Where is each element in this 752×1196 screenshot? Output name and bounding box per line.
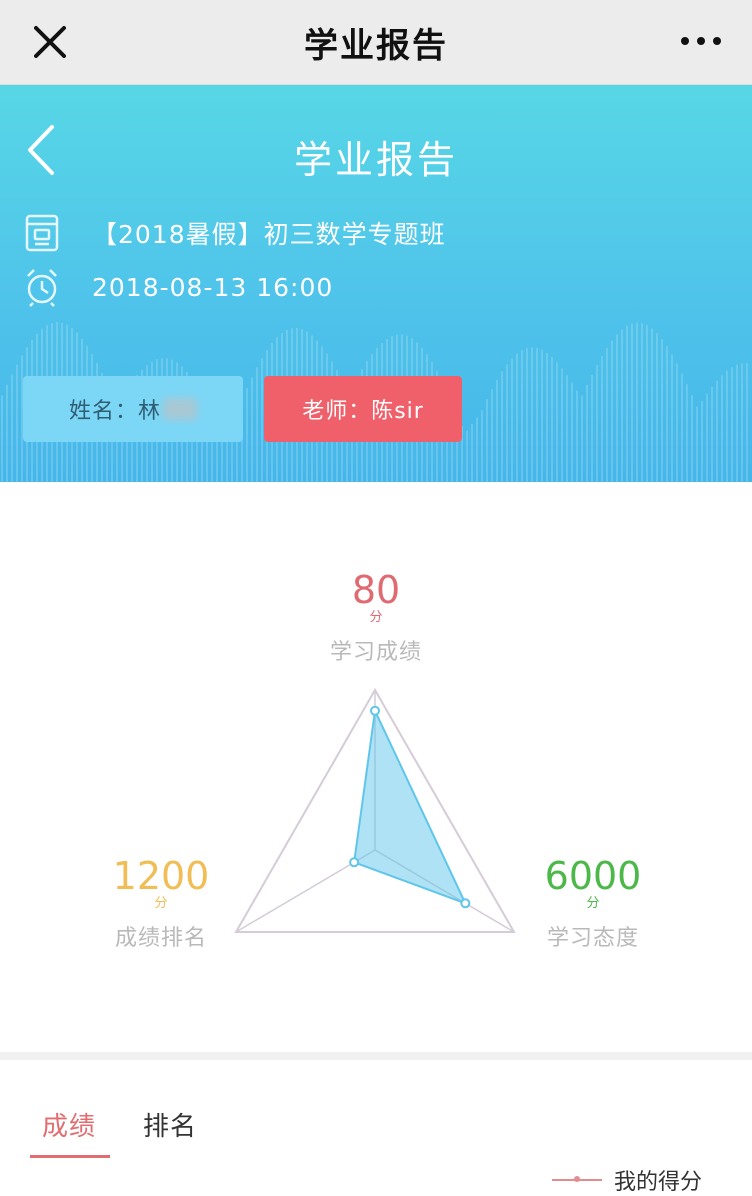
section-divider [0,1052,752,1060]
teacher-name: 老师：陈sir [302,399,424,424]
report-banner: 学业报告 【2018暑假】初三数学专题班 2018-08-13 16:00 姓名… [0,85,752,482]
tab-rank[interactable]: 排名 [143,1106,197,1143]
student-name: 姓名：林 [68,399,161,424]
metric-attitude-label: 学习态度 [546,926,639,951]
metric-rank-unit: 分 [154,896,168,911]
teacher-chip: 老师：陈sir [264,376,462,442]
metric-rank: 1200 分 成绩排名 [96,856,226,952]
metric-attitude-unit: 分 [586,896,600,911]
class-name: 【2018暑假】初三数学专题班 [92,220,446,249]
class-row: 【2018暑假】初三数学专题班 [24,213,446,253]
radar-section: 80 分 学习成绩 1200 分 成绩排名 6000 分 学习态度 [0,482,752,1052]
app-bar: 学业报告 [0,0,752,85]
radar-point-attitude [460,898,471,909]
tab-bar: 成绩 排名 我的得分 [0,1060,752,1195]
alarm-clock-icon [27,269,57,307]
radar-point-score [370,705,380,716]
more-icon[interactable] [678,26,724,56]
chart-legend: 我的得分 [551,1164,702,1196]
metric-score-unit: 分 [369,610,383,625]
app-bar-title: 学业报告 [304,26,448,66]
student-name-chip: 姓名：林 [23,376,243,442]
metric-rank-label: 成绩排名 [114,926,207,951]
tab-score[interactable]: 成绩 [42,1106,96,1143]
blurred-name [163,398,197,420]
radar-score-area [353,707,468,906]
class-datetime: 2018-08-13 16:00 [92,272,334,302]
time-row: 2018-08-13 16:00 [24,267,333,307]
active-tab-indicator [30,1155,110,1158]
class-card-icon [25,214,59,252]
legend-line-icon [551,1176,602,1182]
metric-score-label: 学习成绩 [329,640,422,665]
metric-rank-value: 1200 [112,854,210,898]
metric-attitude-value: 6000 [544,854,642,898]
metric-attitude: 6000 分 学习态度 [528,856,658,952]
banner-title: 学业报告 [293,138,458,182]
metric-score: 80 分 学习成绩 [316,570,436,666]
legend-label: 我的得分 [613,1170,702,1195]
radar-point-rank [349,857,360,868]
metric-score-value: 80 [351,568,401,612]
